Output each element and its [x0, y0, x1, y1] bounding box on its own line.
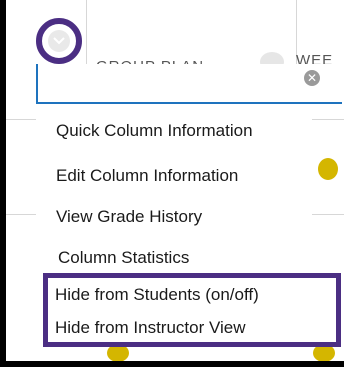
menu-item-label: Edit Column Information	[56, 166, 239, 185]
column-options-button[interactable]	[48, 30, 70, 52]
menu-item-label: Column Statistics	[58, 248, 190, 267]
grid-divider	[312, 214, 344, 215]
menu-item-view-grade-history[interactable]: View Grade History	[56, 207, 202, 227]
menu-item-label: View Grade History	[56, 207, 203, 226]
menu-item-edit-column-info[interactable]: Edit Column Information	[56, 166, 238, 186]
clear-icon[interactable]: ✕	[304, 70, 320, 86]
chevron-down-icon	[53, 37, 65, 45]
needs-grading-icon	[318, 158, 338, 180]
frame-border	[0, 361, 344, 367]
frame-border	[0, 0, 6, 367]
menu-item-label: Quick Column Information	[56, 121, 253, 140]
hide-options-highlight	[43, 273, 341, 347]
grid-divider	[6, 214, 36, 215]
menu-search-input[interactable]	[36, 64, 342, 104]
menu-item-quick-column-info[interactable]: Quick Column Information	[56, 121, 253, 141]
grid-divider	[312, 119, 344, 120]
grid-divider	[86, 0, 87, 64]
menu-item-column-statistics[interactable]: Column Statistics	[58, 248, 189, 268]
grid-divider	[6, 119, 36, 120]
